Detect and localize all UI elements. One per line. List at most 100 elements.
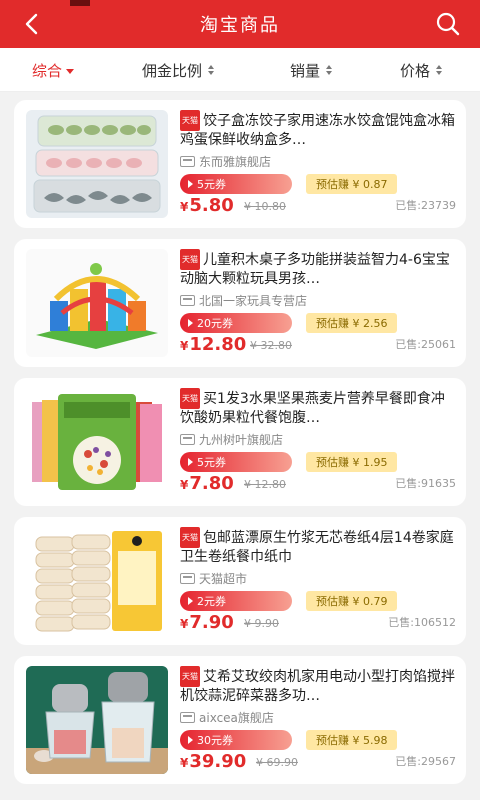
page-title: 淘宝商品 bbox=[200, 15, 280, 36]
currency-symbol: ¥ bbox=[180, 339, 189, 353]
tmall-badge: 天猫 bbox=[180, 110, 200, 131]
coupon-badge[interactable]: 20元券 bbox=[180, 313, 292, 333]
price: ¥7.90 bbox=[180, 612, 234, 633]
tmall-badge: 天猫 bbox=[180, 527, 200, 548]
product-title: 天猫 买1发3水果坚果燕麦片营养早餐即食冲饮酸奶果粒代餐饱腹… bbox=[180, 388, 456, 426]
coupon-text: 2元券 bbox=[197, 595, 226, 608]
tag-row: 2元券 预估赚 ¥ 0.79 bbox=[180, 591, 456, 611]
price-value: 7.90 bbox=[189, 612, 234, 633]
product-title-text: 饺子盒冻饺子家用速冻水饺盒馄饨盒冰箱鸡蛋保鲜收纳盒多… bbox=[180, 113, 455, 148]
sort-comprehensive[interactable]: 综合 bbox=[32, 60, 75, 80]
product-card[interactable]: 天猫 包邮蓝漂原生竹浆无芯卷纸4层14卷家庭卫生卷纸餐巾纸巾 天猫超市 2元券 预… bbox=[14, 517, 466, 645]
coupon-arrow-icon bbox=[188, 319, 193, 327]
shop-icon bbox=[180, 433, 195, 445]
shop-name: 天猫超市 bbox=[199, 571, 248, 586]
sold-count: 已售:91635 bbox=[395, 477, 456, 490]
tmall-badge: 天猫 bbox=[180, 388, 200, 409]
original-price: ¥ 12.80 bbox=[244, 478, 286, 491]
product-card[interactable]: 天猫 饺子盒冻饺子家用速冻水饺盒馄饨盒冰箱鸡蛋保鲜收纳盒多… 东而雅旗舰店 5元券… bbox=[14, 100, 466, 228]
original-price: ¥ 69.90 bbox=[256, 756, 298, 769]
shop-row: 东而雅旗舰店 bbox=[180, 152, 456, 170]
caret-down-icon bbox=[66, 68, 75, 74]
product-title: 天猫 儿童积木桌子多功能拼装益智力4-6宝宝动脑大颗粒玩具男孩… bbox=[180, 249, 456, 287]
product-title: 天猫 饺子盒冻饺子家用速冻水饺盒馄饨盒冰箱鸡蛋保鲜收纳盒多… bbox=[180, 110, 456, 148]
shop-icon bbox=[180, 711, 195, 723]
shop-row: aixcea旗舰店 bbox=[180, 708, 456, 726]
shop-name: 北国一家玩具专营店 bbox=[199, 293, 308, 308]
product-title: 天猫 包邮蓝漂原生竹浆无芯卷纸4层14卷家庭卫生卷纸餐巾纸巾 bbox=[180, 527, 456, 565]
product-image-meat-grinder[interactable] bbox=[26, 666, 168, 774]
sold-count: 已售:106512 bbox=[388, 616, 456, 629]
shop-row: 北国一家玩具专营店 bbox=[180, 291, 456, 309]
price-row: ¥39.90 ¥ 69.90 已售:29567 bbox=[180, 748, 456, 772]
coupon-text: 5元券 bbox=[197, 178, 226, 191]
search-icon[interactable] bbox=[434, 10, 462, 38]
estimated-earning: 预估赚 ¥ 1.95 bbox=[306, 452, 398, 472]
sort-label: 综合 bbox=[32, 61, 63, 80]
product-card[interactable]: 天猫 儿童积木桌子多功能拼装益智力4-6宝宝动脑大颗粒玩具男孩… 北国一家玩具专营… bbox=[14, 239, 466, 367]
tag-row: 5元券 预估赚 ¥ 0.87 bbox=[180, 174, 456, 194]
coupon-text: 5元券 bbox=[197, 456, 226, 469]
product-title-text: 艾希艾玫绞肉机家用电动小型打肉馅搅拌机饺蒜泥碎菜器多功… bbox=[180, 669, 455, 704]
coupon-badge[interactable]: 5元券 bbox=[180, 174, 292, 194]
price: ¥12.80 bbox=[180, 334, 246, 355]
currency-symbol: ¥ bbox=[180, 478, 189, 492]
sort-bar: 综合 佣金比例 销量 价格 bbox=[0, 48, 480, 92]
coupon-badge[interactable]: 2元券 bbox=[180, 591, 292, 611]
product-image-tissue-roll[interactable] bbox=[26, 527, 168, 635]
price: ¥5.80 bbox=[180, 195, 234, 216]
sort-arrows-icon bbox=[208, 65, 215, 75]
price: ¥7.80 bbox=[180, 473, 234, 494]
estimated-earning: 预估赚 ¥ 0.79 bbox=[306, 591, 398, 611]
product-card[interactable]: 天猫 买1发3水果坚果燕麦片营养早餐即食冲饮酸奶果粒代餐饱腹… 九州树叶旗舰店 5… bbox=[14, 378, 466, 506]
product-title-text: 买1发3水果坚果燕麦片营养早餐即食冲饮酸奶果粒代餐饱腹… bbox=[180, 391, 445, 426]
shop-row: 天猫超市 bbox=[180, 569, 456, 587]
price-value: 39.90 bbox=[189, 751, 247, 772]
coupon-badge[interactable]: 5元券 bbox=[180, 452, 292, 472]
coupon-arrow-icon bbox=[188, 597, 193, 605]
shop-name: aixcea旗舰店 bbox=[199, 710, 274, 725]
product-title-text: 包邮蓝漂原生竹浆无芯卷纸4层14卷家庭卫生卷纸餐巾纸巾 bbox=[180, 530, 454, 565]
sort-label: 销量 bbox=[290, 61, 321, 80]
tag-row: 30元券 预估赚 ¥ 5.98 bbox=[180, 730, 456, 750]
shop-icon bbox=[180, 572, 195, 584]
price-value: 12.80 bbox=[189, 334, 247, 355]
estimated-earning: 预估赚 ¥ 5.98 bbox=[306, 730, 398, 750]
price-value: 5.80 bbox=[189, 195, 234, 216]
product-image-dumpling-box[interactable] bbox=[26, 110, 168, 218]
sort-sales[interactable]: 销量 bbox=[290, 60, 333, 80]
shop-name: 东而雅旗舰店 bbox=[199, 154, 272, 169]
sort-price[interactable]: 价格 bbox=[400, 60, 443, 80]
sort-label: 价格 bbox=[400, 61, 431, 80]
product-image-building-blocks[interactable] bbox=[26, 249, 168, 357]
currency-symbol: ¥ bbox=[180, 617, 189, 631]
product-title-text: 儿童积木桌子多功能拼装益智力4-6宝宝动脑大颗粒玩具男孩… bbox=[180, 252, 450, 287]
sort-commission[interactable]: 佣金比例 bbox=[142, 60, 215, 80]
coupon-badge[interactable]: 30元券 bbox=[180, 730, 292, 750]
shop-icon bbox=[180, 155, 195, 167]
product-card[interactable]: 天猫 艾希艾玫绞肉机家用电动小型打肉馅搅拌机饺蒜泥碎菜器多功… aixcea旗舰店… bbox=[14, 656, 466, 784]
original-price: ¥ 9.90 bbox=[244, 617, 279, 630]
currency-symbol: ¥ bbox=[180, 756, 189, 770]
sold-count: 已售:23739 bbox=[395, 199, 456, 212]
sort-label: 佣金比例 bbox=[142, 61, 203, 80]
sold-count: 已售:25061 bbox=[395, 338, 456, 351]
product-title: 天猫 艾希艾玫绞肉机家用电动小型打肉馅搅拌机饺蒜泥碎菜器多功… bbox=[180, 666, 456, 704]
estimated-earning: 预估赚 ¥ 2.56 bbox=[306, 313, 398, 333]
coupon-arrow-icon bbox=[188, 736, 193, 744]
price-row: ¥5.80 ¥ 10.80 已售:23739 bbox=[180, 192, 456, 216]
coupon-text: 20元券 bbox=[197, 317, 233, 330]
product-image-oatmeal[interactable] bbox=[26, 388, 168, 496]
price-row: ¥7.80 ¥ 12.80 已售:91635 bbox=[180, 470, 456, 494]
status-bar-fragment bbox=[70, 0, 90, 6]
price-row: ¥12.80 ¥ 32.80 已售:25061 bbox=[180, 331, 456, 355]
original-price: ¥ 10.80 bbox=[244, 200, 286, 213]
tmall-badge: 天猫 bbox=[180, 249, 200, 270]
sort-arrows-icon bbox=[436, 65, 443, 75]
original-price: ¥ 32.80 bbox=[250, 339, 292, 352]
coupon-arrow-icon bbox=[188, 180, 193, 188]
price-row: ¥7.90 ¥ 9.90 已售:106512 bbox=[180, 609, 456, 633]
tmall-badge: 天猫 bbox=[180, 666, 200, 687]
price: ¥39.90 bbox=[180, 751, 246, 772]
currency-symbol: ¥ bbox=[180, 200, 189, 214]
